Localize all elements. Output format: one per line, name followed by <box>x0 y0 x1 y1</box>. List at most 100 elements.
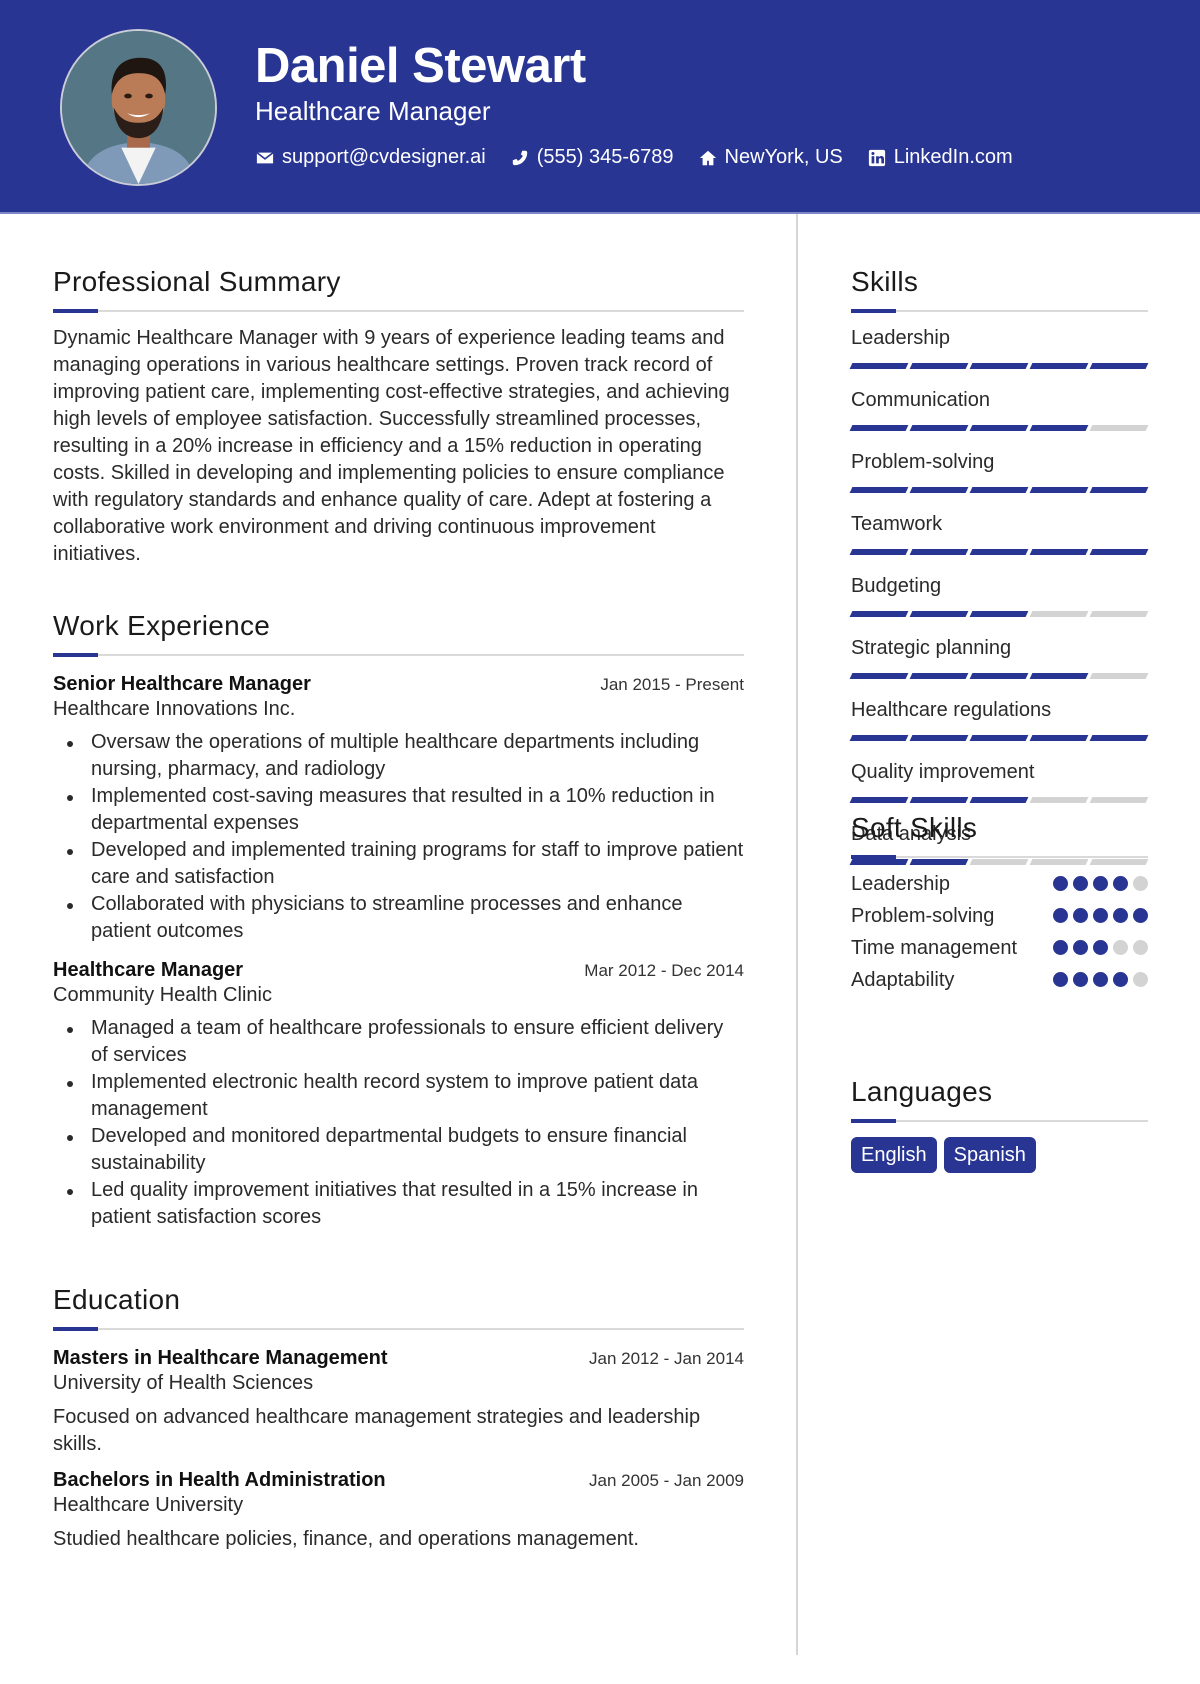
skill-segment-filled <box>849 487 909 493</box>
resume-header: Daniel Stewart Healthcare Manager suppor… <box>0 0 1200 214</box>
contact-list: support@cvdesigner.ai (555) 345-6789 New… <box>255 146 1037 169</box>
section-title-education: Education <box>53 1284 181 1315</box>
skill-segment-filled <box>969 735 1029 741</box>
contact-email-text[interactable]: support@cvdesigner.ai <box>282 146 486 169</box>
soft-skill-item: Problem-solving <box>851 903 1148 930</box>
job-title: Healthcare Manager <box>53 959 244 981</box>
soft-skill-rating <box>1053 876 1148 891</box>
job-bullet: Managed a team of healthcare professiona… <box>53 1015 744 1069</box>
school-name: Healthcare University <box>53 1494 244 1516</box>
contact-linkedin[interactable]: LinkedIn.com <box>867 146 1013 169</box>
contact-location-text: NewYork, US <box>724 146 843 168</box>
skill-segment-filled <box>969 549 1029 555</box>
skill-segment-filled <box>849 363 909 369</box>
summary-section: Professional Summary Dynamic Healthcare … <box>53 266 744 568</box>
skill-segment-filled <box>849 611 909 617</box>
section-title-summary: Professional Summary <box>53 266 341 297</box>
skill-level-bar <box>849 735 1149 741</box>
rating-dot-filled <box>1053 972 1068 987</box>
job-entry: Senior Healthcare Manager Jan 2015 - Pre… <box>53 673 744 945</box>
skill-segment-filled <box>909 673 969 679</box>
education-description: Focused on advanced healthcare managemen… <box>53 1406 701 1455</box>
contact-linkedin-text[interactable]: LinkedIn.com <box>894 146 1013 169</box>
soft-skill-label: Leadership <box>851 873 950 895</box>
degree-title: Masters in Healthcare Management <box>53 1347 388 1369</box>
skill-item: Problem-solving <box>849 449 1149 493</box>
skill-label: Problem-solving <box>851 451 995 473</box>
phone-icon <box>510 148 530 168</box>
skill-item: Leadership <box>849 325 1149 369</box>
contact-email[interactable]: support@cvdesigner.ai <box>255 146 486 169</box>
section-title-skills: Skills <box>851 266 919 297</box>
soft-skills-section: Soft Skills Leadership Problem-solving Tim… <box>851 812 1148 999</box>
rating-dot-empty <box>1113 940 1128 955</box>
envelope-icon <box>255 148 275 168</box>
job-bullet: Oversaw the operations of multiple healt… <box>53 729 744 783</box>
soft-skill-rating <box>1053 908 1148 923</box>
rating-dot-filled <box>1073 908 1088 923</box>
summary-text: Dynamic Healthcare Manager with 9 years … <box>53 327 730 565</box>
education-section: Education Masters in Healthcare Manageme… <box>53 1284 744 1553</box>
home-icon <box>698 148 718 168</box>
skill-level-bar <box>849 797 1149 803</box>
experience-section: Work Experience Senior Healthcare Manage… <box>53 610 744 1231</box>
skill-segment-filled <box>909 425 969 431</box>
skill-segment-filled <box>909 549 969 555</box>
skill-level-bar <box>849 363 1149 369</box>
contact-phone[interactable]: (555) 345-6789 <box>510 146 674 169</box>
skill-segment-filled <box>1029 425 1089 431</box>
soft-skill-label: Adaptability <box>851 969 955 991</box>
rating-dot-filled <box>1073 876 1088 891</box>
rating-dot-filled <box>1093 908 1108 923</box>
rating-dot-filled <box>1073 972 1088 987</box>
job-dates: Jan 2015 - Present <box>600 675 744 694</box>
rating-dot-filled <box>1053 940 1068 955</box>
languages-list: English Spanish <box>851 1137 1148 1173</box>
contact-phone-text[interactable]: (555) 345-6789 <box>537 146 674 169</box>
skill-segment-filled <box>1029 549 1089 555</box>
skill-segment-filled <box>969 425 1029 431</box>
soft-skill-label: Problem-solving <box>851 905 995 927</box>
school-name: University of Health Sciences <box>53 1372 314 1394</box>
skill-segment-filled <box>1029 487 1089 493</box>
skill-segment-filled <box>969 487 1029 493</box>
skill-segment-empty <box>1089 797 1149 803</box>
skill-level-bar <box>849 673 1149 679</box>
skill-segment-empty <box>1029 797 1089 803</box>
job-company: Community Health Clinic <box>53 984 272 1006</box>
skill-segment-filled <box>1089 487 1149 493</box>
soft-skill-item: Leadership <box>851 871 1148 898</box>
skill-segment-filled <box>1029 673 1089 679</box>
soft-skill-label: Time management <box>851 937 1017 959</box>
rating-dot-filled <box>1053 876 1068 891</box>
section-rule <box>851 1119 1148 1123</box>
skill-segment-filled <box>969 611 1029 617</box>
linkedin-icon <box>867 148 887 168</box>
language-tag: Spanish <box>943 1137 1036 1173</box>
skill-label: Quality improvement <box>851 761 1035 783</box>
skill-label: Teamwork <box>851 513 943 535</box>
section-rule <box>53 309 744 313</box>
rating-dot-filled <box>1093 876 1108 891</box>
skill-segment-filled <box>969 797 1029 803</box>
column-divider <box>796 214 798 1655</box>
job-title: Senior Healthcare Manager <box>53 673 311 695</box>
skill-segment-filled <box>1029 735 1089 741</box>
skill-segment-empty <box>1089 611 1149 617</box>
section-title-soft-skills: Soft Skills <box>851 812 978 843</box>
skill-label: Leadership <box>851 327 950 349</box>
education-dates: Jan 2005 - Jan 2009 <box>588 1471 744 1490</box>
job-bullet: Implemented cost-saving measures that re… <box>53 783 744 837</box>
skill-segment-filled <box>1089 363 1149 369</box>
rating-dot-empty <box>1133 940 1148 955</box>
section-title-languages: Languages <box>851 1076 993 1107</box>
section-rule <box>851 309 1148 313</box>
education-entry: Masters in Healthcare Management Jan 201… <box>53 1347 744 1458</box>
degree-title: Bachelors in Health Administration <box>53 1469 386 1491</box>
skill-label: Budgeting <box>851 575 942 597</box>
job-bullets: Oversaw the operations of multiple healt… <box>53 729 744 945</box>
job-bullet: Developed and implemented training progr… <box>53 837 744 891</box>
skill-segment-filled <box>849 735 909 741</box>
job-bullet: Collaborated with physicians to streamli… <box>53 891 744 945</box>
language-tag: English <box>851 1137 937 1173</box>
